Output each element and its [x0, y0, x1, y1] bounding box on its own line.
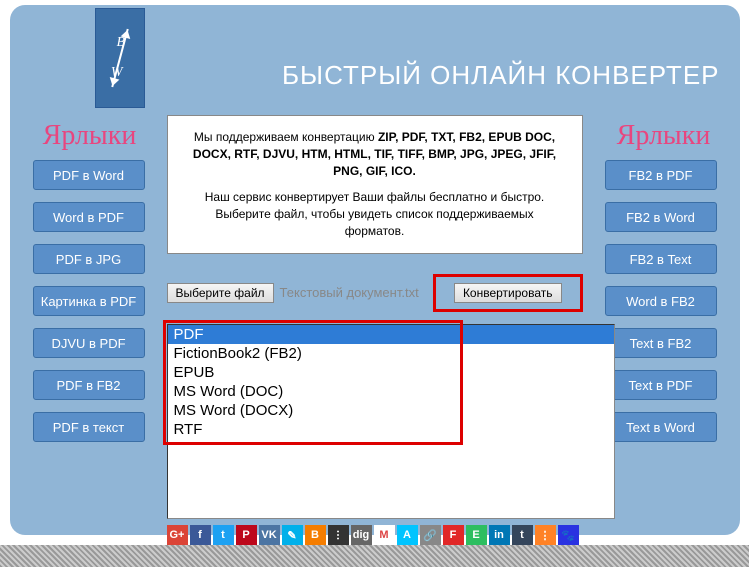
sidebar-left-title: Ярлыки	[25, 120, 155, 152]
shortcut-text-в-word[interactable]: Text в Word	[605, 412, 717, 442]
shortcut-text-в-pdf[interactable]: Text в PDF	[605, 370, 717, 400]
main-panel: B W БЫСТРЫЙ ОНЛАЙН КОНВЕРТЕР Ярлыки PDF …	[10, 5, 740, 535]
linkedin-icon[interactable]: in	[489, 525, 510, 546]
info-box: Мы поддерживаем конвертацию ZIP, PDF, TX…	[167, 115, 583, 254]
mix-icon[interactable]: ⋮	[535, 525, 556, 546]
shortcut-word-в-fb2[interactable]: Word в FB2	[605, 286, 717, 316]
format-option-rtf[interactable]: RTF	[168, 420, 614, 439]
logo-letter-b: B	[117, 36, 126, 50]
digg-icon[interactable]: dig	[351, 525, 372, 546]
social-share-row: G+ftPVK✎BⵗdigMA🔗FEint⋮🐾	[167, 525, 583, 546]
blogger-icon[interactable]: B	[305, 525, 326, 546]
convert-highlight-box: Конвертировать	[433, 274, 583, 312]
info-description: Наш сервис конвертирует Ваши файлы беспл…	[186, 189, 564, 239]
tumblr-icon[interactable]: t	[512, 525, 533, 546]
format-option-ms-word-docx-[interactable]: MS Word (DOCX)	[168, 401, 614, 420]
pinterest-icon[interactable]: P	[236, 525, 257, 546]
facebook-icon[interactable]: f	[190, 525, 211, 546]
twitter-icon[interactable]: t	[213, 525, 234, 546]
evernote-icon[interactable]: E	[466, 525, 487, 546]
info-prefix: Мы поддерживаем конвертацию	[194, 130, 378, 144]
format-option-ms-word-doc-[interactable]: MS Word (DOC)	[168, 382, 614, 401]
aol-icon[interactable]: A	[397, 525, 418, 546]
shortcut-text-в-fb2[interactable]: Text в FB2	[605, 328, 717, 358]
logo-letter-w: W	[111, 66, 123, 80]
format-select-list[interactable]: PDFFictionBook2 (FB2)EPUBMS Word (DOC)MS…	[167, 324, 615, 519]
shortcut-pdf-в-текст[interactable]: PDF в текст	[33, 412, 145, 442]
convert-button[interactable]: Конвертировать	[454, 283, 562, 303]
format-option-fictionbook2-fb2-[interactable]: FictionBook2 (FB2)	[168, 344, 614, 363]
shortcut-djvu-в-pdf[interactable]: DJVU в PDF	[33, 328, 145, 358]
shortcut-fb2-в-word[interactable]: FB2 в Word	[605, 202, 717, 232]
format-option-epub[interactable]: EPUB	[168, 363, 614, 382]
shortcut-fb2-в-text[interactable]: FB2 в Text	[605, 244, 717, 274]
flipboard-icon[interactable]: F	[443, 525, 464, 546]
shortcut-pdf-в-word[interactable]: PDF в Word	[33, 160, 145, 190]
selected-filename: Текстовый документ.txt	[280, 285, 419, 300]
shortcut-fb2-в-pdf[interactable]: FB2 в PDF	[605, 160, 717, 190]
sidebar-right-title: Ярлыки	[603, 120, 725, 152]
format-option-pdf[interactable]: PDF	[168, 325, 614, 344]
link-icon[interactable]: 🔗	[420, 525, 441, 546]
choose-file-button[interactable]: Выберите файл	[167, 283, 274, 303]
baidu-icon[interactable]: 🐾	[558, 525, 579, 546]
google-plus-icon[interactable]: G+	[167, 525, 188, 546]
shortcut-pdf-в-fb2[interactable]: PDF в FB2	[33, 370, 145, 400]
shortcut-картинка-в-pdf[interactable]: Картинка в PDF	[33, 286, 145, 316]
sidebar-left: Ярлыки PDF в Word Word в PDF PDF в JPG Карт…	[25, 120, 155, 546]
logo[interactable]: B W	[95, 8, 145, 108]
shortcut-pdf-в-jpg[interactable]: PDF в JPG	[33, 244, 145, 274]
myspace-icon[interactable]: ⵗ	[328, 525, 349, 546]
footer-pattern	[0, 545, 749, 567]
shortcut-word-в-pdf[interactable]: Word в PDF	[33, 202, 145, 232]
livejournal-icon[interactable]: ✎	[282, 525, 303, 546]
vk-icon[interactable]: VK	[259, 525, 280, 546]
site-title: БЫСТРЫЙ ОНЛАЙН КОНВЕРТЕР	[282, 60, 720, 91]
gmail-icon[interactable]: M	[374, 525, 395, 546]
